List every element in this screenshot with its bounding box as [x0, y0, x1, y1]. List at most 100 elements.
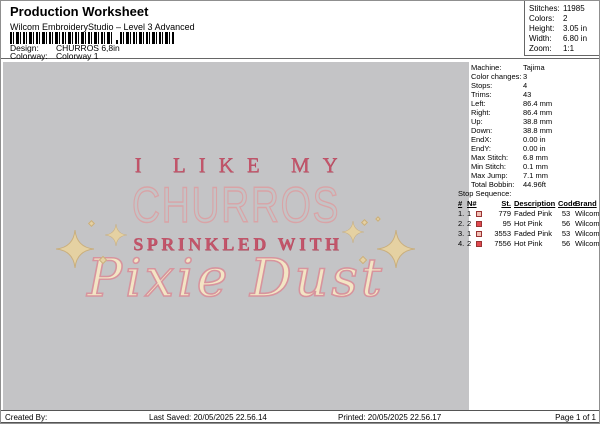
stats-row: Zoom: 1:1: [529, 44, 599, 54]
machine-info-label: Max Jump:: [471, 171, 508, 180]
machine-info-label: EndY:: [471, 144, 492, 153]
stop-sequence-row: 2. 2 95 Hot Pink 56 Wilcom: [458, 219, 599, 229]
stitch-count: 95: [502, 219, 511, 228]
stop-number: 4.: [458, 239, 465, 248]
stats-label: Colors:: [529, 14, 555, 23]
machine-info-panel: Machine: Tajima Color changes: 3 Stops: …: [469, 63, 599, 189]
colorway-row: Colorway: Colorway 1: [10, 51, 99, 61]
machine-info-label: Up:: [471, 117, 483, 126]
stats-value: 1:1: [563, 44, 575, 53]
machine-info-row: EndX: 0.00 in: [471, 135, 599, 144]
created-by-label: Created By:: [5, 413, 48, 422]
stitch-count: 7556: [494, 239, 511, 248]
stitch-count: 3553: [494, 229, 511, 238]
swatch-cell: [476, 239, 487, 249]
machine-info-label: Color changes:: [471, 72, 522, 81]
thread-color-swatch: [476, 241, 482, 248]
stats-value: 11985: [563, 4, 585, 13]
stop-sequence-row: 1. 1 779 Faded Pink 53 Wilcom: [458, 209, 599, 219]
stop-sequence-title: Stop Sequence:: [458, 189, 512, 198]
machine-info-value: 43: [523, 90, 532, 99]
machine-info-value: 38.8 mm: [523, 117, 553, 126]
stats-box: Stitches: 11985 Colors: 2 Height: 3.05 i…: [524, 1, 599, 56]
stop-sequence-rows: 1. 1 779 Faded Pink 53 Wilcom 2. 2 95 Ho…: [458, 209, 599, 249]
machine-info-row: Trims: 43: [471, 90, 599, 99]
stop-number: 1.: [458, 209, 465, 218]
stop-sequence-header-row: # N# St. Description Code Brand: [458, 199, 599, 209]
col-header-code: Code: [558, 199, 577, 208]
machine-info-row: Color changes: 3: [471, 72, 599, 81]
col-header-stitches: St.: [501, 199, 511, 208]
page-title: Production Worksheet: [10, 4, 149, 19]
stats-row: Width: 6.80 in: [529, 34, 599, 44]
machine-info-row: Machine: Tajima: [471, 63, 599, 72]
stitch-count: 779: [498, 209, 511, 218]
machine-info-row: Max Jump: 7.1 mm: [471, 171, 599, 180]
app-subtitle: Wilcom EmbroideryStudio – Level 3 Advanc…: [10, 22, 195, 32]
stop-sequence: Stop Sequence: # N# St. Description Code…: [458, 189, 599, 249]
page-number: Page 1 of 1: [555, 413, 596, 422]
stats-row: Height: 3.05 in: [529, 24, 599, 34]
machine-info-row: Left: 86.4 mm: [471, 99, 599, 108]
machine-info-value: 0.00 in: [523, 144, 546, 153]
machine-info-row: Min Stitch: 0.1 mm: [471, 162, 599, 171]
thread-brand: Wilcom: [575, 219, 600, 228]
footer: Created By: Last Saved: 20/05/2025 22.56…: [1, 410, 599, 423]
stats-value: 3.05 in: [563, 24, 588, 33]
machine-info-value: 86.4 mm: [523, 99, 553, 108]
stop-number: 2.: [458, 219, 465, 228]
machine-info-value: 0.00 in: [523, 135, 546, 144]
machine-info-label: Right:: [471, 108, 491, 117]
thread-brand: Wilcom: [575, 229, 600, 238]
printed-text: Printed: 20/05/2025 22.56.17: [338, 413, 442, 422]
machine-info-value: 0.1 mm: [523, 162, 549, 171]
sparkle-icon: [342, 220, 364, 244]
needle-number: 1: [467, 229, 472, 238]
needle-number: 2: [467, 219, 472, 228]
swatch-cell: [476, 209, 487, 219]
thread-code: 56: [561, 239, 571, 248]
last-saved-text: Last Saved: 20/05/2025 22.56.14: [149, 413, 267, 422]
machine-info-row: Right: 86.4 mm: [471, 108, 599, 117]
machine-info-row: Stops: 4: [471, 81, 599, 90]
stats-label: Width:: [529, 34, 552, 43]
thread-description: Hot Pink: [514, 219, 543, 228]
colorway-value: Colorway 1: [56, 51, 99, 61]
thread-description: Faded Pink: [514, 229, 552, 238]
thread-code: 56: [561, 219, 571, 228]
thread-color-swatch: [476, 211, 482, 218]
machine-info-row: Max Stitch: 6.8 mm: [471, 153, 599, 162]
thread-code: 53: [561, 229, 571, 238]
machine-info-row: Up: 38.8 mm: [471, 117, 599, 126]
stats-row: Colors: 2: [529, 14, 599, 24]
thread-brand: Wilcom: [575, 239, 600, 248]
stop-sequence-row: 4. 2 7556 Hot Pink 56 Wilcom: [458, 239, 599, 249]
machine-info-value: Tajima: [523, 63, 545, 72]
stats-value: 6.80 in: [563, 34, 588, 43]
machine-info-row: Down: 38.8 mm: [471, 126, 599, 135]
machine-info-value: 7.1 mm: [523, 171, 549, 180]
stop-sequence-row: 3. 1 3553 Faded Pink 53 Wilcom: [458, 229, 599, 239]
sparkle-icon: [105, 223, 127, 247]
design-preview: I LIKE MY CHURROS SPRINKLED WITH Pixie D…: [3, 62, 469, 410]
machine-info-row: EndY: 0.00 in: [471, 144, 599, 153]
machine-info-value: 86.4 mm: [523, 108, 553, 117]
machine-info-label: Stops:: [471, 81, 493, 90]
sparkle-icon: [377, 229, 415, 269]
thread-color-swatch: [476, 231, 482, 238]
machine-info-label: Down:: [471, 126, 493, 135]
stats-row: Stitches: 11985: [529, 4, 599, 14]
stats-label: Height:: [529, 24, 555, 33]
machine-info-label: Min Stitch:: [471, 162, 507, 171]
swatch-cell: [476, 229, 487, 239]
header: Production Worksheet Wilcom EmbroiderySt…: [1, 1, 599, 61]
stats-label: Zoom:: [529, 44, 552, 53]
machine-info-value: 3: [523, 72, 528, 81]
machine-info-value: 6.8 mm: [523, 153, 549, 162]
machine-info-value: 38.8 mm: [523, 126, 553, 135]
thread-description: Hot Pink: [514, 239, 543, 248]
machine-info-label: Trims:: [471, 90, 492, 99]
thread-brand: Wilcom: [575, 209, 600, 218]
needle-number: 2: [467, 239, 472, 248]
col-header-description: Description: [514, 199, 556, 208]
